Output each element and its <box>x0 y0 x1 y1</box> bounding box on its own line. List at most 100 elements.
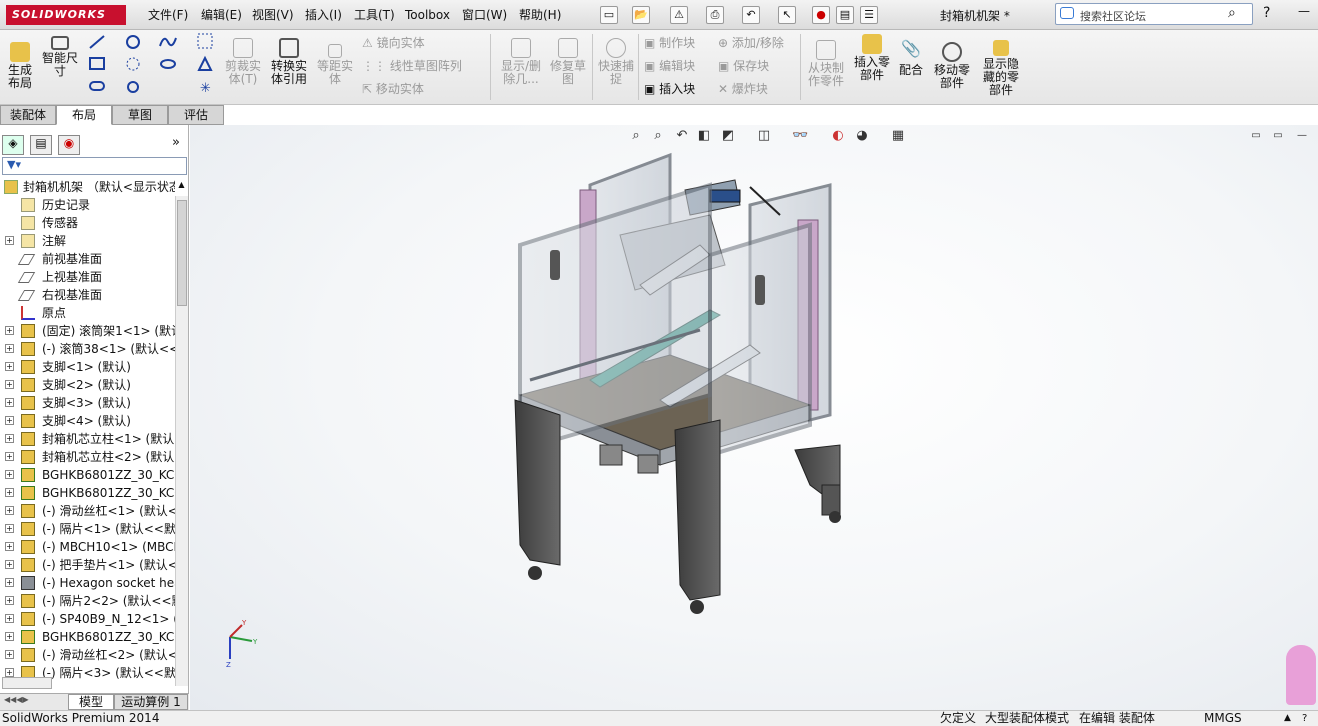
expand-icon[interactable]: + <box>5 560 14 569</box>
menu-item[interactable]: 文件(F) <box>148 7 188 23</box>
filter-input[interactable]: ▼▾ <box>2 157 187 175</box>
tree-item[interactable]: + 注解 <box>0 232 175 250</box>
print-icon[interactable]: ⎙ <box>706 6 724 24</box>
file-properties-icon[interactable]: ▤ <box>836 6 854 24</box>
tab-model[interactable]: 模型 <box>68 694 114 710</box>
help-status-icon[interactable]: ? <box>1302 711 1307 726</box>
expand-icon[interactable]: + <box>5 398 14 407</box>
tree-item[interactable]: + BGHKB6801ZZ_30_KCC <box>0 628 175 646</box>
traffic-light-icon[interactable]: ● <box>812 6 830 24</box>
expand-icon[interactable]: + <box>5 326 14 335</box>
convert-entity-button[interactable]: 转换实 体引用 <box>268 38 310 86</box>
tree-item[interactable]: + (-) Hexagon socket hea <box>0 574 175 592</box>
expand-icon[interactable]: + <box>5 488 14 497</box>
hide-show-icon[interactable]: 👓 <box>792 128 808 144</box>
sketch-tools[interactable]: ✳ <box>86 30 216 105</box>
expand-icon[interactable]: + <box>5 452 14 461</box>
tab-assembly[interactable]: 装配体 <box>0 105 56 125</box>
previous-view-icon[interactable]: ↶ <box>674 128 690 144</box>
tree-item[interactable]: + BGHKB6801ZZ_30_KCC <box>0 484 175 502</box>
tree-root[interactable]: 封箱机机架 （默认<显示状态 <box>0 178 175 196</box>
undo-icon[interactable]: ↶ <box>742 6 760 24</box>
expand-icon[interactable]: + <box>5 524 14 533</box>
tree-item[interactable]: 前视基准面 <box>0 250 175 268</box>
tree-item[interactable]: + (-) 滚筒38<1> (默认<<按 <box>0 340 175 358</box>
search-icon[interactable]: ⌕ <box>1228 5 1236 21</box>
generate-layout-button[interactable]: 生成 布局 <box>6 42 34 90</box>
show-delete-relations-button[interactable]: 显示/删 除几... <box>498 38 544 86</box>
make-block-button[interactable]: ▣ 制作块 <box>644 34 695 51</box>
menu-item[interactable]: 帮助(H) <box>519 7 561 23</box>
smart-dimension-button[interactable]: 智能尺 寸 <box>40 36 80 78</box>
property-manager-icon[interactable]: ▤ <box>30 135 52 155</box>
tree-item[interactable]: 右视基准面 <box>0 286 175 304</box>
feature-tree-tab-icon[interactable]: ◈ <box>2 135 24 155</box>
viewport-min-icon[interactable]: — <box>1294 128 1310 144</box>
scene-icon[interactable]: ◕ <box>854 128 870 144</box>
insert-part-button[interactable]: 插入零 部件 <box>852 34 892 82</box>
options-icon[interactable]: ☰ <box>860 6 878 24</box>
unit-dropdown-icon[interactable]: ▲ <box>1284 711 1291 726</box>
expand-panel-icon[interactable]: » <box>172 135 180 150</box>
tree-item[interactable]: 上视基准面 <box>0 268 175 286</box>
expand-icon[interactable]: + <box>5 434 14 443</box>
menu-item[interactable]: 窗口(W) <box>462 7 507 23</box>
tab-evaluate[interactable]: 评估 <box>168 105 224 125</box>
expand-icon[interactable]: + <box>5 506 14 515</box>
expand-icon[interactable]: + <box>5 416 14 425</box>
tree-item[interactable]: + 支脚<1> (默认) <box>0 358 175 376</box>
view-orientation-icon[interactable]: ◩ <box>720 128 736 144</box>
zoom-fit-icon[interactable]: ⌕ <box>628 128 644 144</box>
menu-item[interactable]: 视图(V) <box>252 7 294 23</box>
show-hidden-button[interactable]: 显示隐 藏的零 部件 <box>980 40 1022 97</box>
new-document-icon[interactable]: ▭ <box>600 6 618 24</box>
tree-item[interactable]: + (-) 隔片2<2> (默认<<默 <box>0 592 175 610</box>
expand-icon[interactable]: + <box>5 614 14 623</box>
save-block-button[interactable]: ▣ 保存块 <box>718 57 769 74</box>
tree-item[interactable]: + BGHKB6801ZZ_30_KCC <box>0 466 175 484</box>
view-settings-icon[interactable]: ▦ <box>890 128 906 144</box>
scroll-up-icon[interactable]: ▲ <box>175 180 188 194</box>
tree-item[interactable]: 历史记录 <box>0 196 175 214</box>
linear-pattern-button[interactable]: ⋮⋮ 线性草图阵列 <box>362 57 462 74</box>
tree-item[interactable]: + (-) 把手垫片<1> (默认< <box>0 556 175 574</box>
restore-view-icon[interactable]: ▭ <box>1248 128 1264 144</box>
tab-layout[interactable]: 布局 <box>56 105 112 125</box>
tree-item[interactable]: + 支脚<4> (默认) <box>0 412 175 430</box>
cut-entity-button[interactable]: 剪裁实 体(T) <box>222 38 264 86</box>
rebuild-icon[interactable]: ⚠ <box>670 6 688 24</box>
tree-scrollbar[interactable] <box>175 196 188 686</box>
expand-icon[interactable]: + <box>5 236 14 245</box>
tree-item[interactable]: + (-) SP40B9_N_12<1> (S <box>0 610 175 628</box>
move-component-button[interactable]: 移动零 部件 <box>932 42 972 90</box>
select-icon[interactable]: ↖ <box>778 6 796 24</box>
machine-frame-model[interactable] <box>510 145 870 625</box>
menu-item[interactable]: Toolbox <box>405 7 450 23</box>
repair-sketch-button[interactable]: 修复草 图 <box>548 38 588 86</box>
insert-block-button[interactable]: ▣ 插入块 <box>644 80 695 97</box>
offset-entity-button[interactable]: 等距实 体 <box>314 44 356 86</box>
tree-item[interactable]: + (-) 滑动丝杠<1> (默认< <box>0 502 175 520</box>
expand-icon[interactable]: + <box>5 344 14 353</box>
display-style-icon[interactable]: ◫ <box>756 128 772 144</box>
expand-icon[interactable]: + <box>5 632 14 641</box>
tree-item[interactable]: + (-) 滑动丝杠<2> (默认< <box>0 646 175 664</box>
menu-item[interactable]: 工具(T) <box>354 7 395 23</box>
unit-system[interactable]: MMGS <box>1204 711 1242 726</box>
quick-snap-button[interactable]: 快速捕 捉 <box>596 38 636 86</box>
tree-item[interactable]: + 封箱机芯立柱<2> (默认) <box>0 448 175 466</box>
minimize-icon[interactable]: — <box>1298 4 1310 18</box>
move-entity-button[interactable]: ⇱ 移动实体 <box>362 80 424 97</box>
add-remove-button[interactable]: ⊕ 添加/移除 <box>718 34 784 51</box>
display-manager-icon[interactable]: ◉ <box>58 135 80 155</box>
tab-motion-study[interactable]: 运动算例 1 <box>114 694 188 710</box>
tree-item[interactable]: + 封箱机芯立柱<1> (默认) <box>0 430 175 448</box>
tree-item[interactable]: + 支脚<3> (默认) <box>0 394 175 412</box>
tab-sketch[interactable]: 草图 <box>112 105 168 125</box>
explode-block-button[interactable]: ✕ 爆炸块 <box>718 80 768 97</box>
expand-icon[interactable]: + <box>5 470 14 479</box>
expand-icon[interactable]: + <box>5 542 14 551</box>
tree-item[interactable]: + (固定) 滚筒架1<1> (默认 <box>0 322 175 340</box>
expand-icon[interactable]: + <box>5 380 14 389</box>
expand-icon[interactable]: + <box>5 650 14 659</box>
